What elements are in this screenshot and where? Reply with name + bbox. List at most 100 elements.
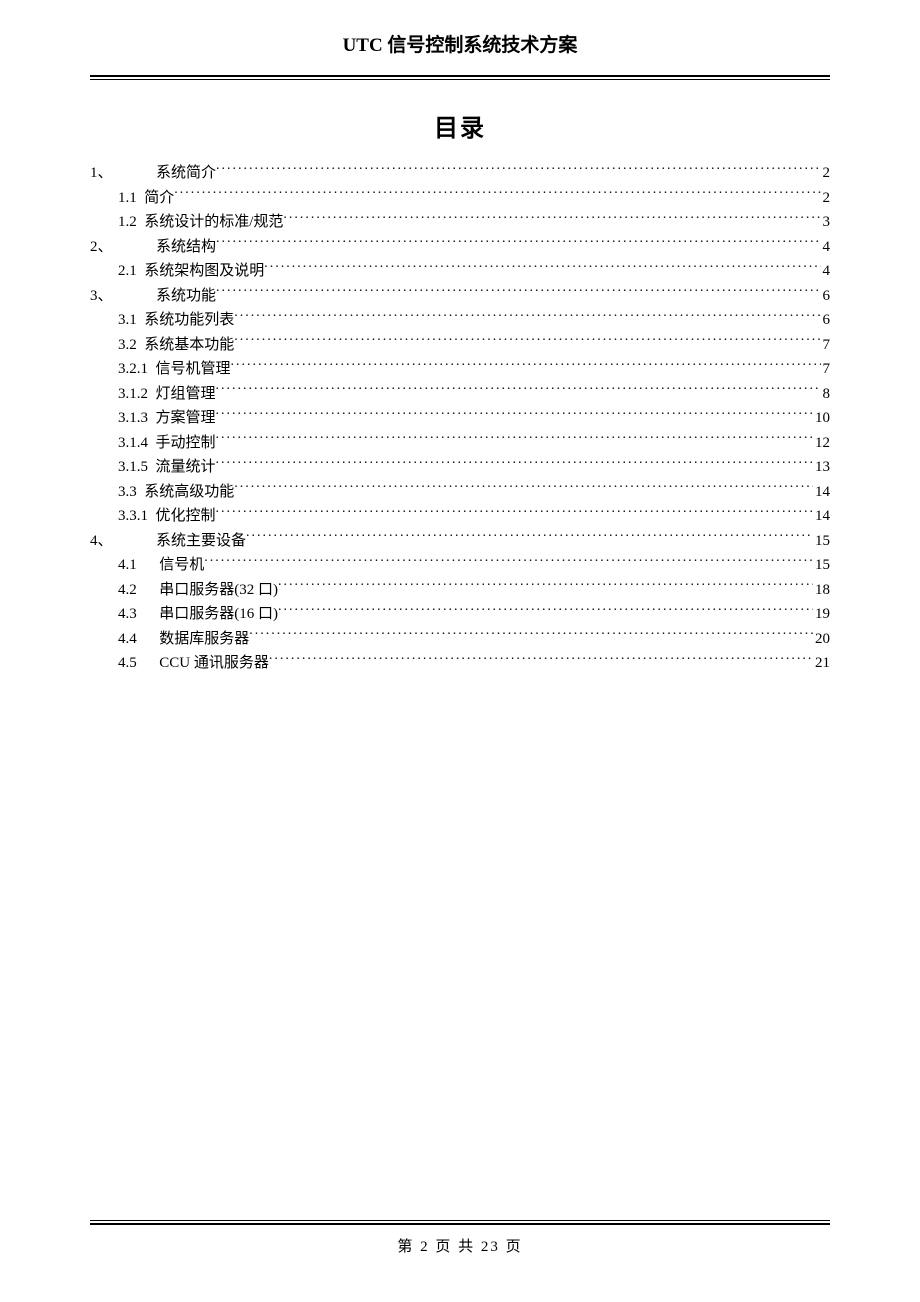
- toc-leader-dots: [278, 579, 813, 594]
- toc-entry-label: 信号机: [159, 553, 204, 577]
- toc-entry-number: 1、: [90, 161, 118, 185]
- toc-entry-page: 14: [813, 480, 830, 504]
- toc-leader-dots: [249, 628, 813, 643]
- toc-leader-dots: [216, 456, 813, 471]
- toc-entry-label: 优化控制: [156, 504, 216, 528]
- toc-entry: 3、系统功能 6: [90, 284, 830, 308]
- toc-entry-label: 串口服务器(16 口): [159, 602, 278, 626]
- toc-entry-label: 系统结构: [118, 235, 216, 259]
- toc-entry-page: 15: [813, 529, 830, 553]
- toc-entry: 4.4 数据库服务器 20: [90, 627, 830, 651]
- toc-entry-label: CCU 通讯服务器: [159, 651, 269, 675]
- toc-entry-number: 2.1: [118, 259, 137, 283]
- toc-entry-number: 3.1.2: [118, 382, 148, 406]
- toc-entry-number: 4.3: [118, 602, 148, 626]
- toc-entry-number: 4.2: [118, 578, 148, 602]
- toc-entry: 1.1 简介 2: [90, 186, 830, 210]
- toc-entry-number: 1.1: [118, 186, 137, 210]
- toc-entry-page: 10: [813, 406, 830, 430]
- toc-leader-dots: [216, 432, 813, 447]
- header-rule-top: [90, 75, 830, 77]
- toc-leader-dots: [204, 554, 813, 569]
- toc-entry: 4.2 串口服务器(32 口) 18: [90, 578, 830, 602]
- toc-entry-label: 系统功能: [118, 284, 216, 308]
- footer-rule-top: [90, 1220, 830, 1221]
- toc-entry: 3.2 系统基本功能7: [90, 333, 830, 357]
- toc-entry-label: 流量统计: [156, 455, 216, 479]
- toc-entry: 3.1 系统功能列表6: [90, 308, 830, 332]
- toc-entry-label: 系统主要设备: [118, 529, 246, 553]
- toc-entry-page: 21: [813, 651, 830, 675]
- toc-entry: 3.3.1 优化控制 14: [90, 504, 830, 528]
- toc-entry: 4.5 CCU 通讯服务器 21: [90, 651, 830, 675]
- toc-entry-number: 1.2: [118, 210, 137, 234]
- toc-entry: 4、系统主要设备 15: [90, 529, 830, 553]
- toc-leader-dots: [216, 162, 820, 177]
- toc-entry: 4.1 信号机 15: [90, 553, 830, 577]
- toc-entry-label: 系统基本功能: [144, 333, 234, 357]
- toc-entry-number: 4.1: [118, 553, 148, 577]
- toc-leader-dots: [269, 652, 813, 667]
- toc-entry-page: 15: [813, 553, 830, 577]
- toc-entry-number: 2、: [90, 235, 118, 259]
- toc-entry-page: 8: [821, 382, 831, 406]
- toc-entry: 3.1.5 流量统计 13: [90, 455, 830, 479]
- toc-leader-dots: [216, 285, 820, 300]
- toc-entry-number: 3.3.1: [118, 504, 148, 528]
- toc-entry-number: 3.3: [118, 480, 137, 504]
- toc-leader-dots: [234, 309, 820, 324]
- toc-entry: 2.1 系统架构图及说明4: [90, 259, 830, 283]
- toc-entry-number: 3.2.1: [118, 357, 148, 381]
- toc-leader-dots: [216, 505, 813, 520]
- toc-entry: 3.1.3 方案管理 10: [90, 406, 830, 430]
- toc-entry-label: 系统设计的标准/规范: [144, 210, 283, 234]
- toc-entry-number: 3、: [90, 284, 118, 308]
- toc-leader-dots: [216, 407, 813, 422]
- toc-entry-page: 13: [813, 455, 830, 479]
- toc-entry-number: 3.2: [118, 333, 137, 357]
- toc-leader-dots: [231, 358, 821, 373]
- toc-leader-dots: [234, 481, 813, 496]
- toc-entry: 3.1.2 灯组管理 8: [90, 382, 830, 406]
- toc-leader-dots: [278, 603, 813, 618]
- toc-entry-number: 3.1.3: [118, 406, 148, 430]
- toc-entry-page: 4: [821, 235, 831, 259]
- toc-entry: 1、系统简介2: [90, 161, 830, 185]
- toc-entry-number: 3.1.4: [118, 431, 148, 455]
- toc-entry: 3.3 系统高级功能14: [90, 480, 830, 504]
- toc-entry-number: 4、: [90, 529, 118, 553]
- toc-leader-dots: [246, 530, 813, 545]
- toc-entry: 4.3 串口服务器(16 口)19: [90, 602, 830, 626]
- toc-entry-page: 4: [821, 259, 831, 283]
- toc-entry-page: 14: [813, 504, 830, 528]
- toc-entry-label: 串口服务器(32 口): [159, 578, 278, 602]
- toc-entry-page: 18: [813, 578, 830, 602]
- toc-entry-label: 信号机管理: [156, 357, 231, 381]
- toc-leader-dots: [216, 383, 821, 398]
- toc-entry-number: 4.4: [118, 627, 148, 651]
- toc-entry-page: 2: [821, 186, 831, 210]
- toc-entry: 3.2.1 信号机管理7: [90, 357, 830, 381]
- toc-entry-label: 灯组管理: [156, 382, 216, 406]
- toc-entry-label: 手动控制: [156, 431, 216, 455]
- toc-entry-label: 系统功能列表: [144, 308, 234, 332]
- toc-list: 1、系统简介21.1 简介 2 1.2 系统设计的标准/规范 3 2、系统结构 42.1 …: [90, 161, 830, 675]
- toc-entry-number: 3.1.5: [118, 455, 148, 479]
- document-header-title: UTC 信号控制系统技术方案: [90, 30, 830, 75]
- toc-entry-page: 3: [821, 210, 831, 234]
- toc-heading: 目录: [90, 80, 830, 161]
- toc-entry-label: 简介: [144, 186, 174, 210]
- toc-entry-page: 2: [821, 161, 831, 185]
- toc-entry-number: 4.5: [118, 651, 148, 675]
- toc-entry: 1.2 系统设计的标准/规范 3: [90, 210, 830, 234]
- toc-entry: 2、系统结构 4: [90, 235, 830, 259]
- toc-entry-page: 20: [813, 627, 830, 651]
- toc-entry: 3.1.4 手动控制 12: [90, 431, 830, 455]
- toc-entry-page: 12: [813, 431, 830, 455]
- toc-entry-label: 数据库服务器: [159, 627, 249, 651]
- toc-entry-label: 方案管理: [156, 406, 216, 430]
- toc-leader-dots: [264, 260, 820, 275]
- toc-entry-page: 6: [821, 284, 831, 308]
- toc-leader-dots: [174, 187, 820, 202]
- toc-leader-dots: [216, 236, 820, 251]
